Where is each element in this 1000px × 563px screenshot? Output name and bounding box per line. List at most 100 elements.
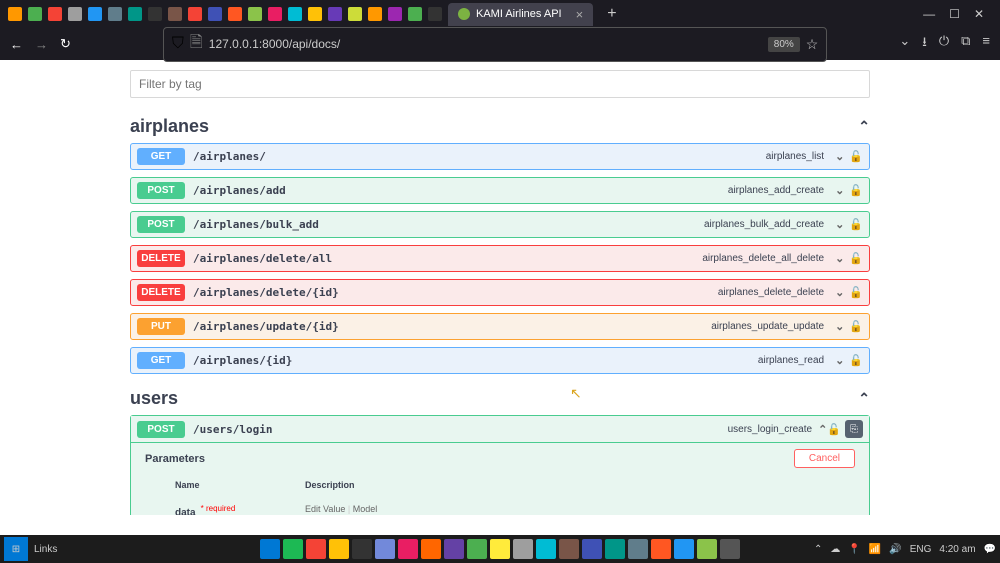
task-icon[interactable] xyxy=(536,539,556,559)
tab-icon[interactable] xyxy=(388,7,402,21)
task-icon[interactable] xyxy=(306,539,326,559)
tab-icon[interactable] xyxy=(268,7,282,21)
task-icon[interactable] xyxy=(283,539,303,559)
endpoint-row[interactable]: DELETE/airplanes/delete/{id}airplanes_de… xyxy=(130,279,870,306)
window-close-icon[interactable]: ✕ xyxy=(974,7,984,21)
lock-open-icon[interactable]: 🔓 xyxy=(849,354,863,367)
tab-icon[interactable] xyxy=(68,7,82,21)
endpoint-row[interactable]: GET/airplanes/airplanes_list⌄🔓 xyxy=(130,143,870,170)
lock-open-icon[interactable]: 🔓 xyxy=(849,286,863,299)
endpoint-path: /airplanes/{id} xyxy=(193,354,758,367)
tab-icon[interactable] xyxy=(208,7,222,21)
tab-icon[interactable] xyxy=(408,7,422,21)
endpoint-header[interactable]: POST /users/login users_login_create ⌃ 🔓… xyxy=(131,416,869,443)
task-icon[interactable] xyxy=(375,539,395,559)
tab-icon[interactable] xyxy=(228,7,242,21)
lock-open-icon[interactable]: 🔓 xyxy=(849,252,863,265)
method-badge: PUT xyxy=(137,318,185,335)
tab-icon[interactable] xyxy=(88,7,102,21)
endpoint-row[interactable]: GET/airplanes/{id}airplanes_read⌄🔓 xyxy=(130,347,870,374)
window-minimize-icon[interactable]: ― xyxy=(923,7,935,21)
wifi-icon[interactable]: 📶 xyxy=(869,544,881,555)
clock[interactable]: 4:20 am xyxy=(939,544,975,555)
new-tab-button[interactable]: + xyxy=(607,5,616,23)
tab-icon[interactable] xyxy=(148,7,162,21)
tab-icon[interactable] xyxy=(8,7,22,21)
tab-icon[interactable] xyxy=(128,7,142,21)
pocket-icon[interactable]: ⌄ xyxy=(899,33,910,55)
taskbar-text[interactable]: Links xyxy=(34,544,57,555)
task-icon[interactable] xyxy=(260,539,280,559)
forward-button[interactable]: → xyxy=(35,37,48,52)
tab-icon[interactable] xyxy=(368,7,382,21)
active-tab[interactable]: KAMI Airlines API × xyxy=(448,3,593,26)
lock-open-icon[interactable]: 🔓 xyxy=(849,150,863,163)
close-tab-icon[interactable]: × xyxy=(576,7,584,22)
tab-icon[interactable] xyxy=(248,7,262,21)
power-icon[interactable]: ⏻ xyxy=(939,33,949,55)
task-icon[interactable] xyxy=(628,539,648,559)
task-icon[interactable] xyxy=(674,539,694,559)
onedrive-icon[interactable]: ☁ xyxy=(830,544,840,555)
section-header-users[interactable]: users ⌃ xyxy=(130,382,870,415)
tab-icon[interactable] xyxy=(188,7,202,21)
section-header-airplanes[interactable]: airplanes ⌃ xyxy=(130,110,870,143)
filter-input[interactable] xyxy=(130,70,870,98)
tab-icon[interactable] xyxy=(288,7,302,21)
window-maximize-icon[interactable]: ☐ xyxy=(949,7,960,21)
tab-icon[interactable] xyxy=(108,7,122,21)
task-icon[interactable] xyxy=(352,539,372,559)
cancel-button[interactable]: Cancel xyxy=(794,449,855,468)
endpoint-row[interactable]: DELETE/airplanes/delete/allairplanes_del… xyxy=(130,245,870,272)
task-icon[interactable] xyxy=(421,539,441,559)
operation-id: airplanes_update_update xyxy=(711,321,824,332)
task-icon[interactable] xyxy=(605,539,625,559)
task-icon[interactable] xyxy=(467,539,487,559)
bookmark-icon[interactable]: ☆ xyxy=(806,36,819,53)
task-icon[interactable] xyxy=(582,539,602,559)
notification-icon[interactable]: 💬 xyxy=(984,544,996,555)
task-icon[interactable] xyxy=(444,539,464,559)
zoom-badge[interactable]: 80% xyxy=(768,37,800,52)
endpoint-path: /airplanes/update/{id} xyxy=(193,320,711,333)
chevron-down-icon: ⌄ xyxy=(835,320,844,333)
task-icon[interactable] xyxy=(651,539,671,559)
lock-open-icon[interactable]: 🔓 xyxy=(849,218,863,231)
url-input[interactable]: ⛉ 🗎 127.0.0.1:8000/api/docs/ 80% ☆ xyxy=(163,27,827,62)
endpoint-row[interactable]: POST/airplanes/addairplanes_add_create⌄🔓 xyxy=(130,177,870,204)
language-indicator[interactable]: ENG xyxy=(910,544,932,555)
tab-title: KAMI Airlines API xyxy=(476,8,562,20)
task-icon[interactable] xyxy=(559,539,579,559)
tab-icon[interactable] xyxy=(348,7,362,21)
start-button[interactable]: ⊞ xyxy=(4,537,28,561)
edit-value-tab[interactable]: Edit Value xyxy=(305,504,345,514)
tab-icon[interactable] xyxy=(48,7,62,21)
ext-icon[interactable]: ⧉ xyxy=(961,33,970,55)
task-icon[interactable] xyxy=(398,539,418,559)
task-icon[interactable] xyxy=(720,539,740,559)
volume-icon[interactable]: 🔊 xyxy=(889,544,901,555)
menu-icon[interactable]: ≡ xyxy=(982,33,990,55)
lock-open-icon[interactable]: 🔓 xyxy=(849,320,863,333)
tab-icon[interactable] xyxy=(428,7,442,21)
task-icon[interactable] xyxy=(513,539,533,559)
copy-link-button[interactable]: ⎘ xyxy=(845,420,863,438)
tray-chevron-icon[interactable]: ⌃ xyxy=(814,544,822,555)
endpoint-row[interactable]: PUT/airplanes/update/{id}airplanes_updat… xyxy=(130,313,870,340)
tab-icon[interactable] xyxy=(308,7,322,21)
task-icon[interactable] xyxy=(697,539,717,559)
chevron-down-icon: ⌄ xyxy=(835,218,844,231)
tab-icon[interactable] xyxy=(168,7,182,21)
tab-icon[interactable] xyxy=(28,7,42,21)
endpoint-row[interactable]: POST/airplanes/bulk_addairplanes_bulk_ad… xyxy=(130,211,870,238)
model-tab[interactable]: Model xyxy=(353,504,378,514)
lock-open-icon[interactable]: 🔓 xyxy=(849,184,863,197)
tab-icon[interactable] xyxy=(328,7,342,21)
location-icon[interactable]: 📍 xyxy=(848,544,860,555)
lock-open-icon[interactable]: 🔓 xyxy=(827,423,841,436)
back-button[interactable]: ← xyxy=(10,37,23,52)
reload-button[interactable]: ↻ xyxy=(60,36,71,52)
task-icon[interactable] xyxy=(329,539,349,559)
task-icon[interactable] xyxy=(490,539,510,559)
download-icon[interactable]: ⭳ xyxy=(922,33,927,55)
